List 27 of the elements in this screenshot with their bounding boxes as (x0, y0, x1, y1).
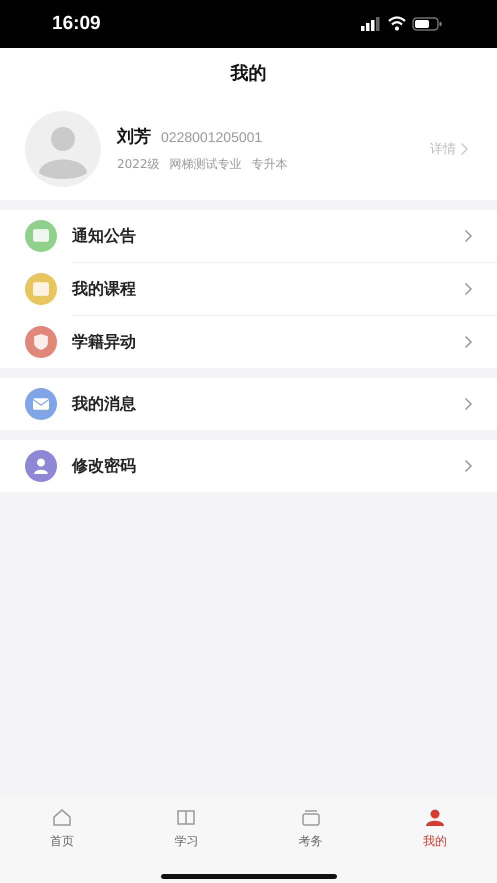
menu-item[interactable]: 通知公告 (0, 210, 497, 262)
battery-icon (412, 17, 442, 31)
chevron-icon (464, 229, 473, 243)
user-name: 刘芳 (117, 126, 151, 148)
profile-detail: 网梯测试专业 (170, 156, 242, 173)
menu-item[interactable]: 我的消息 (0, 378, 497, 430)
person-icon (424, 807, 446, 829)
menu-item[interactable]: 修改密码 (0, 440, 497, 492)
profile-detail: 2022级 (117, 156, 160, 173)
chevron-icon (464, 397, 473, 411)
menu-item[interactable]: 学籍异动 (0, 316, 497, 368)
tab[interactable]: 我的 (372, 803, 497, 854)
chevron-icon (460, 142, 469, 156)
signal-icon (361, 17, 380, 31)
tab[interactable]: 首页 (0, 803, 124, 854)
status-time: 16:09 (52, 13, 101, 35)
wifi-icon (388, 16, 406, 30)
home-icon (51, 807, 74, 829)
profile-detail: 专升本 (252, 156, 288, 173)
chevron-icon (464, 282, 473, 296)
menu-item[interactable]: 我的课程 (0, 263, 497, 315)
chevron-icon (464, 459, 473, 473)
chevron-icon (464, 335, 473, 349)
tab[interactable]: 学习 (124, 803, 248, 854)
student-id: 0228001205001 (161, 129, 262, 145)
tab[interactable]: 考务 (248, 803, 373, 854)
page-title: 我的 (230, 62, 266, 85)
